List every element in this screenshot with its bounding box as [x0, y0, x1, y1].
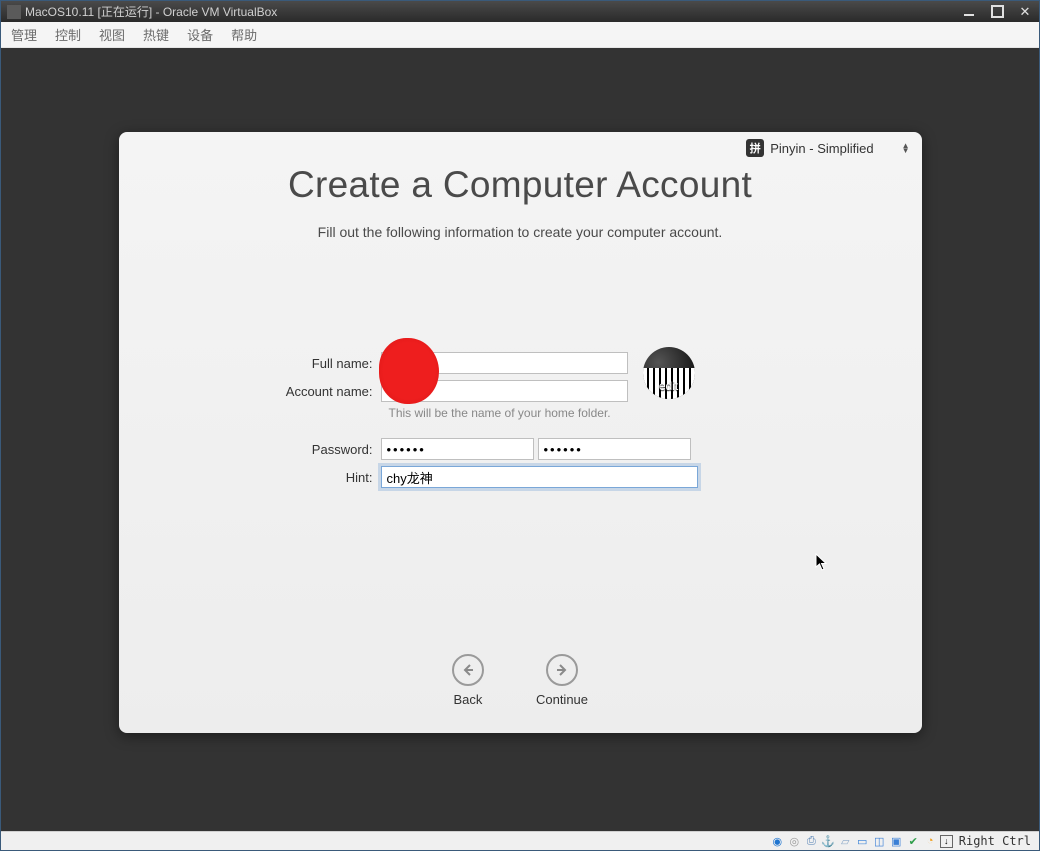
menubar: 管理 控制 视图 热键 设备 帮助 [1, 22, 1039, 48]
back-button[interactable]: Back [452, 654, 484, 707]
arrow-left-icon [452, 654, 484, 686]
row-account-name: Account name: [119, 380, 922, 402]
back-label: Back [454, 692, 483, 707]
close-button[interactable] [1011, 1, 1039, 22]
page-subtitle: Fill out the following information to cr… [119, 224, 922, 240]
display-icon[interactable]: ▭ [855, 834, 870, 849]
network-icon[interactable]: ▱ [838, 834, 853, 849]
guest-display: 拼 Pinyin - Simplified ▲▼ Create a Comput… [1, 48, 1039, 831]
mouse-cursor-icon [815, 553, 829, 576]
row-hint: Hint: [119, 466, 922, 488]
password-input[interactable] [381, 438, 534, 460]
continue-label: Continue [536, 692, 588, 707]
clipboard-icon[interactable]: ▣ [889, 834, 904, 849]
hint-input[interactable] [381, 466, 698, 488]
row-full-name: Full name: [119, 352, 922, 374]
arrow-right-icon [546, 654, 578, 686]
nav-buttons: Back Continue [119, 654, 922, 707]
menu-view[interactable]: 视图 [99, 25, 125, 44]
label-account-name: Account name: [119, 384, 381, 399]
menu-control[interactable]: 控制 [55, 25, 81, 44]
statusbar: ◉ ◎ ⎙ ⚓ ▱ ▭ ◫ ▣ ✔ ◔ ↓ Right Ctrl [1, 831, 1039, 850]
continue-button[interactable]: Continue [536, 654, 588, 707]
usb-icon[interactable]: ⎙ [804, 834, 819, 849]
optical-icon[interactable]: ◎ [787, 834, 802, 849]
titlebar[interactable]: MacOS10.11 [正在运行] - Oracle VM VirtualBox [1, 1, 1039, 22]
password-verify-input[interactable] [538, 438, 691, 460]
chevron-updown-icon: ▲▼ [902, 143, 910, 153]
menu-help[interactable]: 帮助 [231, 25, 257, 44]
hostkey-label: Right Ctrl [955, 834, 1035, 848]
label-full-name: Full name: [119, 356, 381, 371]
virtualbox-window: MacOS10.11 [正在运行] - Oracle VM VirtualBox… [0, 0, 1040, 851]
input-method-selector[interactable]: 拼 Pinyin - Simplified ▲▼ [746, 139, 909, 157]
account-form: Full name: Account name: This will be th… [119, 352, 922, 494]
maximize-button[interactable] [983, 1, 1011, 22]
video-capture-icon[interactable]: ◫ [872, 834, 887, 849]
seamless-icon[interactable]: ✔ [906, 834, 921, 849]
label-hint: Hint: [119, 470, 381, 485]
ime-label: Pinyin - Simplified [770, 141, 873, 156]
shared-folder-icon[interactable]: ⚓ [821, 834, 836, 849]
menu-hotkeys[interactable]: 热键 [143, 25, 169, 44]
hdd-icon[interactable]: ◉ [770, 834, 785, 849]
pinyin-icon: 拼 [746, 139, 764, 157]
account-name-helper: This will be the name of your home folde… [389, 406, 922, 420]
app-icon [7, 5, 21, 19]
hostkey-icon[interactable]: ↓ [940, 835, 953, 848]
row-password: Password: [119, 438, 922, 460]
label-password: Password: [119, 442, 381, 457]
window-controls [955, 1, 1039, 22]
minimize-button[interactable] [955, 1, 983, 22]
session-info-icon[interactable]: ◔ [923, 834, 938, 849]
page-title: Create a Computer Account [119, 164, 922, 206]
menu-devices[interactable]: 设备 [187, 25, 213, 44]
menu-manage[interactable]: 管理 [11, 25, 37, 44]
redaction-mark [379, 338, 439, 404]
window-title: MacOS10.11 [正在运行] - Oracle VM VirtualBox [25, 3, 277, 20]
setup-dialog: 拼 Pinyin - Simplified ▲▼ Create a Comput… [119, 132, 922, 733]
